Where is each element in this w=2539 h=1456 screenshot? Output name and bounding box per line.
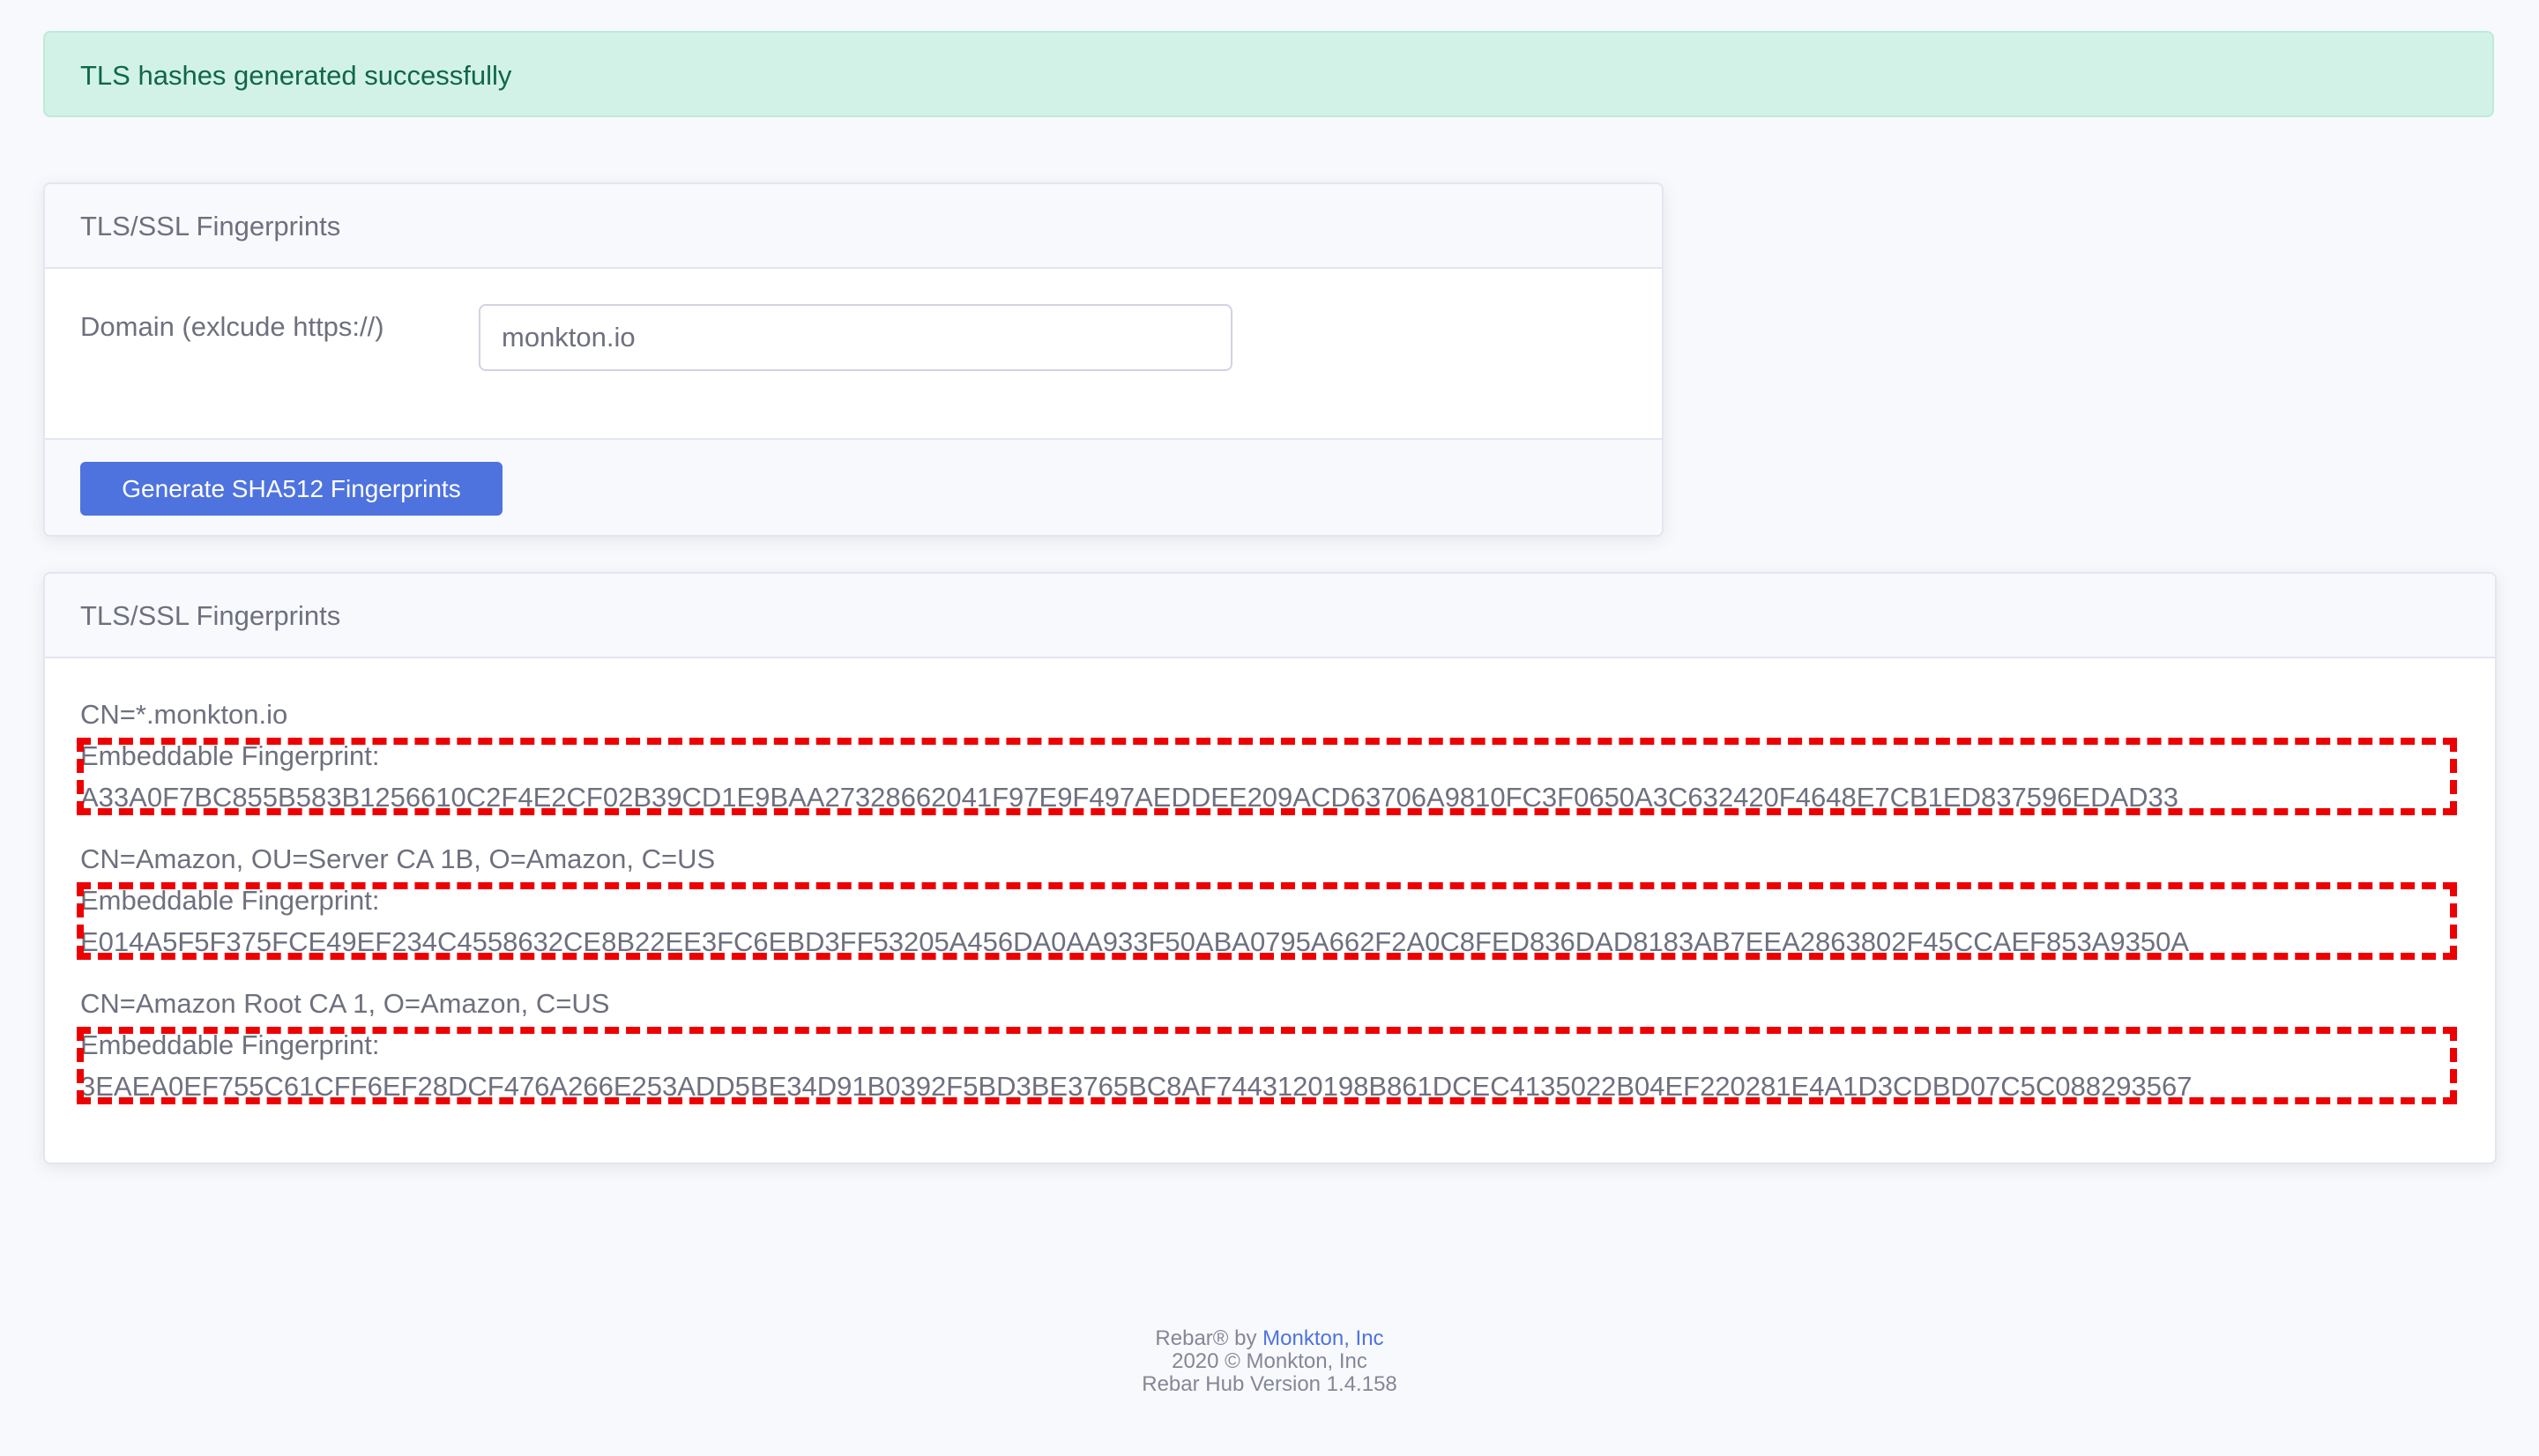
form-body: Domain (exlcude https://): [45, 269, 1662, 438]
fingerprint-form-card: TLS/SSL Fingerprints Domain (exlcude htt…: [43, 182, 1664, 537]
certificate-subject: CN=Amazon Root CA 1, O=Amazon, C=US: [80, 988, 610, 1019]
certificate-subject: CN=*.monkton.io: [80, 699, 288, 730]
fingerprint-label: Embeddable Fingerprint:: [80, 1029, 380, 1060]
footer-copyright: 2020 © Monkton, Inc: [1172, 1349, 1367, 1373]
certificate-entry: CN=Amazon, OU=Server CA 1B, O=Amazon, C=…: [77, 838, 2461, 962]
results-body: CN=*.monkton.io Embeddable Fingerprint: …: [45, 658, 2495, 1163]
footer-brand-prefix: Rebar® by: [1155, 1326, 1263, 1350]
domain-label: Domain (exlcude https://): [80, 311, 384, 342]
alert-message: TLS hashes generated successfully: [80, 60, 512, 91]
success-alert: TLS hashes generated successfully: [43, 31, 2494, 117]
page-footer: Rebar® by Monkton, Inc 2020 © Monkton, I…: [0, 1327, 2539, 1396]
fingerprint-label: Embeddable Fingerprint:: [80, 885, 380, 916]
fingerprint-value[interactable]: A33A0F7BC855B583B1256610C2F4E2CF02B39CD1…: [80, 776, 2461, 818]
domain-input[interactable]: [479, 304, 1232, 371]
form-card-title: TLS/SSL Fingerprints: [45, 184, 1662, 269]
fingerprint-results-card: TLS/SSL Fingerprints CN=*.monkton.io Emb…: [43, 572, 2497, 1164]
generate-fingerprints-button[interactable]: Generate SHA512 Fingerprints: [80, 462, 503, 516]
certificate-entry: CN=*.monkton.io Embeddable Fingerprint: …: [77, 694, 2461, 818]
footer-brand-line: Rebar® by Monkton, Inc: [0, 1327, 2539, 1350]
certificate-subject: CN=Amazon, OU=Server CA 1B, O=Amazon, C=…: [80, 843, 716, 874]
form-footer: Generate SHA512 Fingerprints: [45, 438, 1662, 535]
monkton-link[interactable]: Monkton, Inc: [1262, 1326, 1383, 1350]
results-card-title: TLS/SSL Fingerprints: [45, 574, 2495, 658]
fingerprint-value[interactable]: E014A5F5F375FCE49EF234C4558632CE8B22EE3F…: [80, 921, 2461, 962]
fingerprint-label: Embeddable Fingerprint:: [80, 740, 380, 771]
footer-version: Rebar Hub Version 1.4.158: [1142, 1372, 1397, 1396]
fingerprint-value[interactable]: 3EAEA0EF755C61CFF6EF28DCF476A266E253ADD5…: [80, 1066, 2461, 1107]
certificate-entry: CN=Amazon Root CA 1, O=Amazon, C=US Embe…: [77, 983, 2461, 1107]
